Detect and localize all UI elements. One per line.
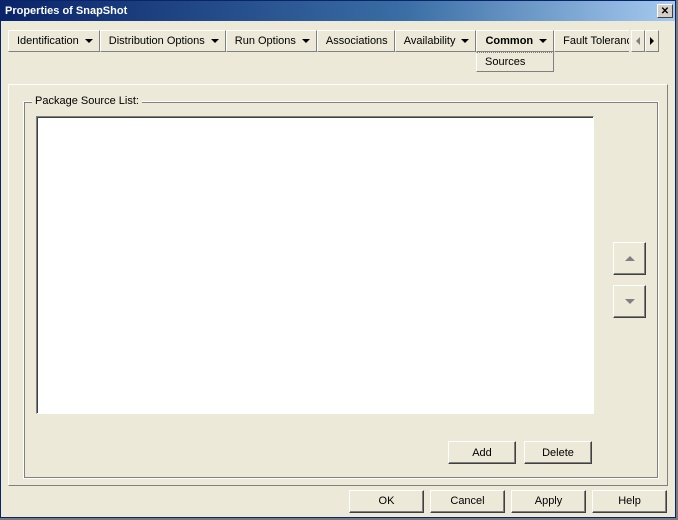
tabstrip: Identification Distribution Options Run …	[8, 30, 668, 70]
titlebar: Properties of SnapShot ✕	[1, 1, 675, 21]
tab-availability[interactable]: Availability	[395, 30, 477, 52]
button-label: OK	[379, 495, 395, 507]
tab-fault-tolerance[interactable]: Fault Toleranc	[554, 30, 629, 52]
add-button[interactable]: Add	[448, 441, 516, 464]
tab-label: Associations	[326, 35, 388, 47]
chevron-up-icon	[625, 256, 635, 261]
tab-scroll	[631, 30, 659, 52]
list-actions: Add Delete	[448, 441, 592, 464]
move-buttons	[613, 242, 646, 328]
tab-common-submenu-sources[interactable]: Sources	[476, 52, 554, 72]
close-button[interactable]: ✕	[657, 4, 673, 18]
button-label: Cancel	[450, 495, 484, 507]
chevron-down-icon	[539, 39, 547, 43]
package-source-group: Package Source List: Add Delete	[23, 101, 659, 479]
properties-window: Properties of SnapShot ✕ Identification …	[0, 0, 676, 518]
window-title: Properties of SnapShot	[5, 5, 127, 17]
button-label: Delete	[542, 447, 574, 459]
tab-label: Common	[485, 35, 533, 47]
chevron-down-icon	[302, 39, 310, 43]
chevron-down-icon	[211, 39, 219, 43]
chevron-left-icon	[636, 37, 640, 45]
button-label: Apply	[535, 495, 563, 507]
package-source-list[interactable]	[36, 116, 594, 414]
tab-common[interactable]: Common	[476, 30, 554, 52]
tab-label: Distribution Options	[109, 35, 205, 47]
tab-label: Run Options	[235, 35, 296, 47]
chevron-down-icon	[461, 39, 469, 43]
cancel-button[interactable]: Cancel	[430, 490, 505, 513]
tabstrip-container: Identification Distribution Options Run …	[8, 30, 668, 70]
chevron-down-icon	[625, 299, 635, 304]
chevron-right-icon	[650, 37, 654, 45]
ok-button[interactable]: OK	[349, 490, 424, 513]
tab-run-options[interactable]: Run Options	[226, 30, 317, 52]
command-bar: OK Cancel Apply Help	[3, 488, 673, 514]
help-button[interactable]: Help	[592, 490, 667, 513]
content-panel: Package Source List: Add Delete	[8, 84, 668, 486]
tab-distribution-options[interactable]: Distribution Options	[100, 30, 226, 52]
move-down-button[interactable]	[613, 285, 646, 318]
apply-button[interactable]: Apply	[511, 490, 586, 513]
group-label: Package Source List:	[32, 95, 142, 107]
tab-scroll-left[interactable]	[631, 30, 645, 52]
chevron-down-icon	[85, 39, 93, 43]
tab-scroll-right[interactable]	[645, 30, 659, 52]
tab-identification[interactable]: Identification	[8, 30, 100, 52]
move-up-button[interactable]	[613, 242, 646, 275]
tab-associations[interactable]: Associations	[317, 30, 395, 52]
tab-label: Availability	[404, 35, 456, 47]
submenu-label: Sources	[485, 56, 525, 68]
titlebar-buttons: ✕	[657, 4, 673, 18]
close-icon: ✕	[661, 6, 669, 17]
button-label: Help	[618, 495, 641, 507]
delete-button[interactable]: Delete	[524, 441, 592, 464]
button-label: Add	[472, 447, 492, 459]
tab-label: Fault Toleranc	[563, 35, 629, 47]
client-area: Identification Distribution Options Run …	[2, 22, 674, 516]
tab-label: Identification	[17, 35, 79, 47]
